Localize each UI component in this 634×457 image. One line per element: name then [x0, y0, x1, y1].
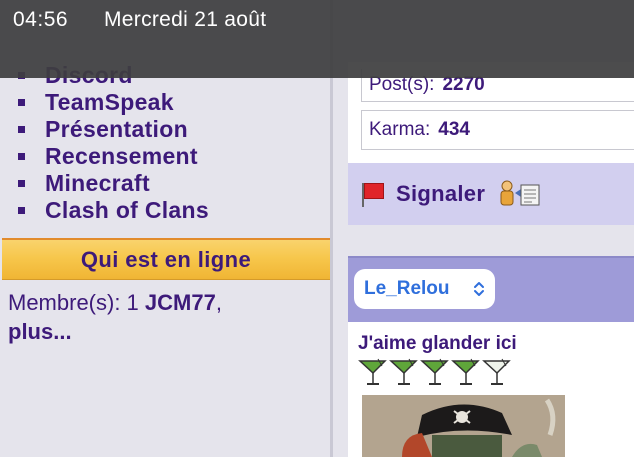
cocktail-glass-icon [482, 358, 513, 391]
cocktail-glass-icon [358, 358, 389, 391]
status-date: Mercredi 21 août [104, 8, 267, 31]
status-time: 04:56 [13, 8, 69, 31]
sidebar-item-minecraft[interactable]: Minecraft [18, 170, 209, 197]
status-bar: 04:56 Mercredi 21 août [0, 0, 634, 78]
username-select[interactable]: Le_Relou [354, 269, 495, 309]
user-title: J'aime glander ici [358, 333, 517, 354]
avatar [362, 395, 565, 457]
karma-stat: Karma: 434 [361, 110, 634, 150]
chevron-updown-icon [474, 282, 484, 296]
online-members: Membre(s): 1 JCM77, plus... [8, 288, 326, 346]
bullet-icon [18, 126, 25, 133]
online-member-link[interactable]: JCM77 [145, 290, 216, 315]
cocktail-glass-icon [389, 358, 420, 391]
bullet-icon [18, 207, 25, 214]
karma-label: Karma: [369, 119, 431, 140]
rank-icons [358, 358, 513, 391]
report-label: Signaler [396, 181, 486, 206]
page: DiscordTeamSpeakPrésentationRecensementM… [0, 0, 634, 457]
sidebar-item-clash-of-clans[interactable]: Clash of Clans [18, 197, 209, 224]
sidebar-item-label[interactable]: Présentation [45, 116, 188, 143]
karma-value: 434 [438, 119, 470, 140]
who-is-online-header: Qui est en ligne [2, 238, 330, 280]
report-user-icon[interactable] [497, 179, 543, 209]
cocktail-glass-icon [420, 358, 451, 391]
sidebar-item-label[interactable]: TeamSpeak [45, 89, 174, 116]
username: Le_Relou [364, 278, 450, 299]
online-members-count: Membre(s): 1 [8, 290, 145, 315]
flag-icon [362, 181, 386, 207]
bullet-icon [18, 180, 25, 187]
sidebar-item-label[interactable]: Minecraft [45, 170, 150, 197]
sidebar-nav: DiscordTeamSpeakPrésentationRecensementM… [18, 62, 209, 224]
sidebar-item-teamspeak[interactable]: TeamSpeak [18, 89, 209, 116]
sidebar-item-pr-sentation[interactable]: Présentation [18, 116, 209, 143]
bullet-icon [18, 99, 25, 106]
who-is-online-title: Qui est en ligne [80, 246, 252, 272]
report-button[interactable]: Signaler [348, 163, 634, 225]
cocktail-glass-icon [451, 358, 482, 391]
online-separator: , [215, 290, 222, 315]
sidebar-item-recensement[interactable]: Recensement [18, 143, 209, 170]
online-more-link[interactable]: plus... [8, 319, 72, 344]
bullet-icon [18, 153, 25, 160]
sidebar-item-label[interactable]: Recensement [45, 143, 198, 170]
sidebar-item-label[interactable]: Clash of Clans [45, 197, 209, 224]
